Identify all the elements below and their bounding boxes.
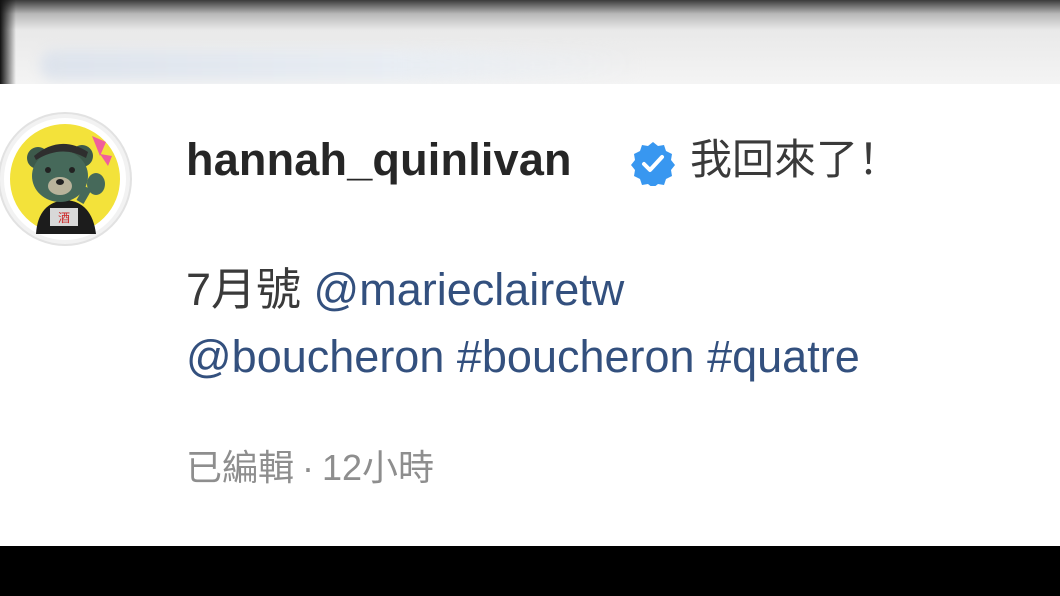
- vignette-edge: [0, 0, 16, 84]
- comment-line-tags: @boucheron #boucheron #quatre: [186, 331, 860, 383]
- comment: 酒 hannah_quinlivan 我回來了！ 7月號 @marieclair…: [0, 84, 1060, 546]
- svg-text:酒: 酒: [58, 211, 70, 225]
- verified-badge-icon: [630, 140, 676, 188]
- hashtag-boucheron[interactable]: #boucheron: [457, 331, 695, 382]
- avatar[interactable]: 酒: [0, 114, 130, 244]
- comment-meta: 已編輯 · 12小時: [186, 446, 434, 490]
- timestamp[interactable]: 12小時: [322, 447, 434, 488]
- blurred-text: [40, 50, 640, 80]
- bear-avatar-icon: 酒: [4, 118, 126, 240]
- edited-label: 已編輯: [186, 447, 295, 488]
- meta-separator: ·: [302, 447, 315, 488]
- issue-text: 7月號: [186, 264, 302, 315]
- previous-comment-blurred: [0, 0, 1060, 84]
- hashtag-quatre[interactable]: #quatre: [707, 331, 860, 382]
- mention-marieclairetw[interactable]: @marieclairetw: [314, 264, 625, 315]
- screenshot-frame: 酒 hannah_quinlivan 我回來了！ 7月號 @marieclair…: [0, 0, 1060, 596]
- username[interactable]: hannah_quinlivan: [186, 134, 572, 186]
- letterbox-bar: [0, 546, 1060, 596]
- comment-headline: 我回來了！: [690, 136, 901, 183]
- mention-boucheron[interactable]: @boucheron: [186, 331, 444, 382]
- comment-line-issue: 7月號 @marieclairetw: [186, 264, 624, 316]
